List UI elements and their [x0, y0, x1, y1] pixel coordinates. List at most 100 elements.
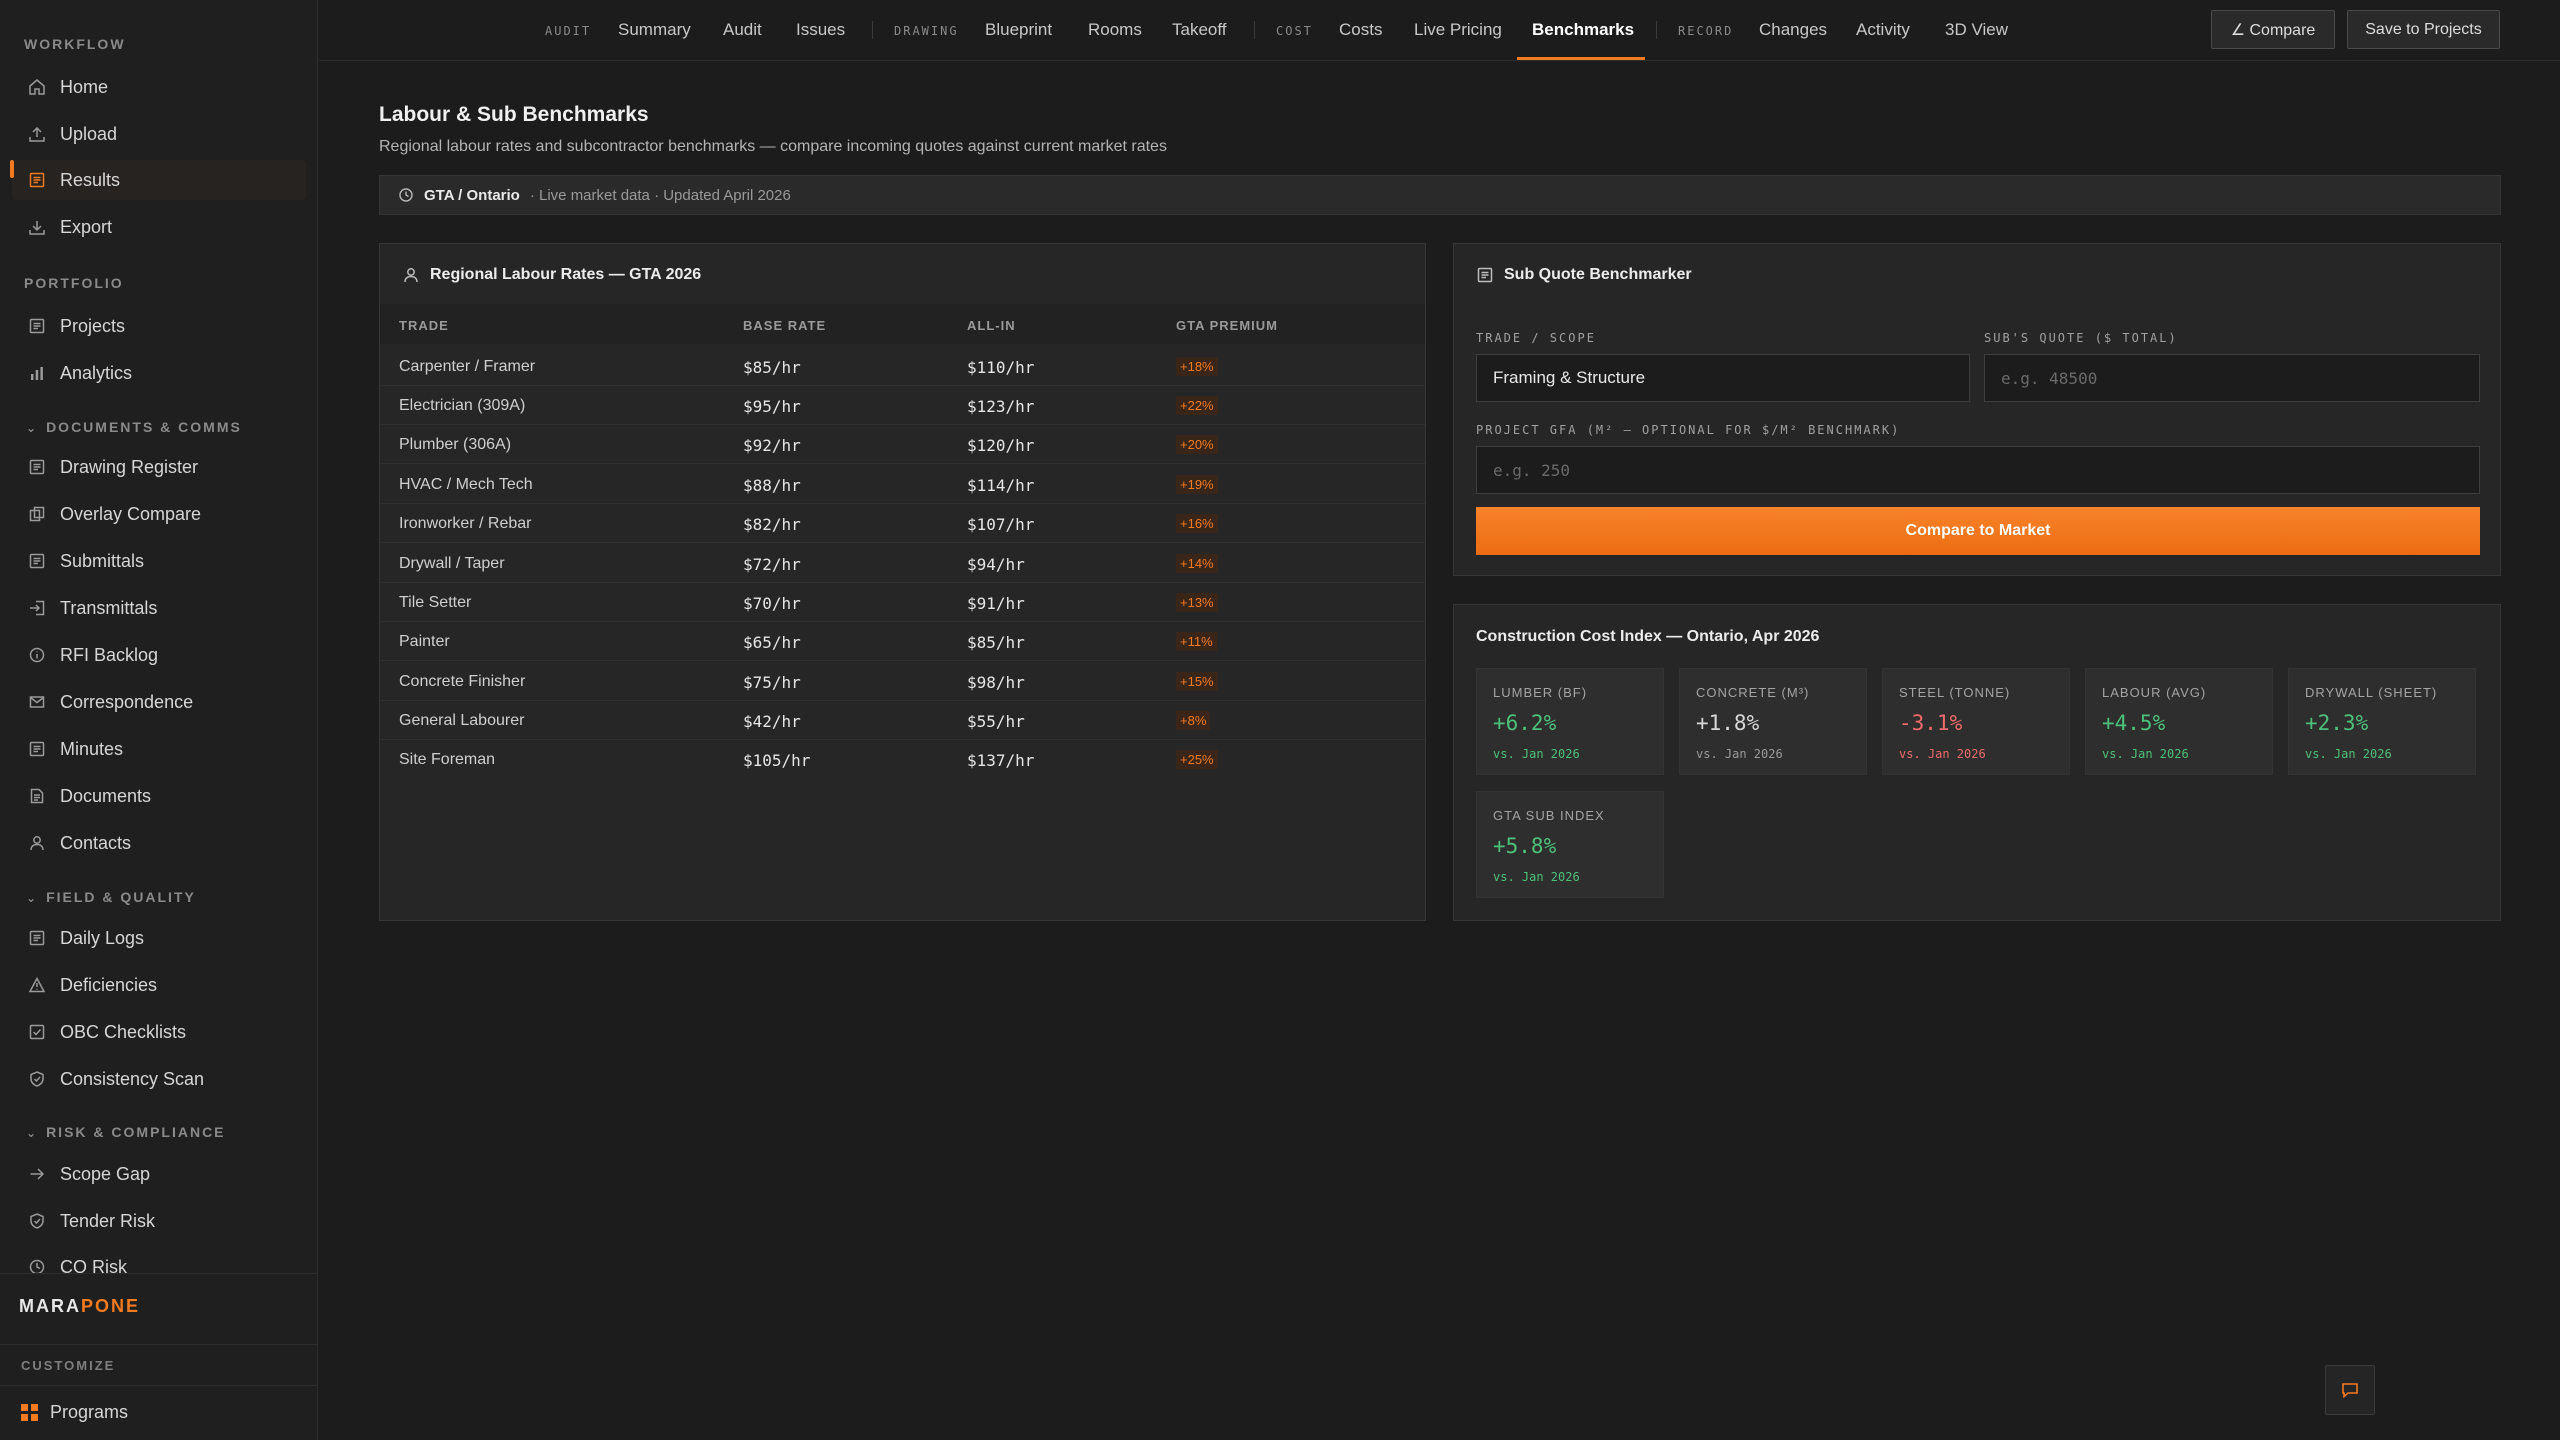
sidebar-item-obc-checklists[interactable]: OBC Checklists	[12, 1012, 306, 1052]
sidebar-item-deficiencies[interactable]: Deficiencies	[12, 965, 306, 1005]
tab-3d-view[interactable]: 3D View	[1945, 20, 2008, 40]
sidebar-item-overlay-compare[interactable]: Overlay Compare	[12, 494, 306, 534]
sidebar-item-documents[interactable]: Documents	[12, 776, 306, 816]
sidebar-item-upload[interactable]: Upload	[12, 114, 306, 154]
home-icon	[28, 78, 46, 96]
table-row: General Labourer $42/hr $55/hr +8%	[380, 701, 1425, 740]
sidebar-item-label: Correspondence	[60, 691, 194, 712]
table-row: HVAC / Mech Tech $88/hr $114/hr +19%	[380, 465, 1425, 504]
sidebar-item-correspondence[interactable]: Correspondence	[12, 682, 306, 722]
section-workflow: WORKFLOW	[24, 36, 126, 52]
sidebar-item-consistency-scan[interactable]: Consistency Scan	[12, 1059, 306, 1099]
trade-cell: Painter	[399, 633, 450, 650]
export-icon	[28, 218, 46, 236]
sidebar-nav[interactable]: WORKFLOW Home Upload Results Export PORT…	[0, 0, 318, 1273]
base-rate-cell: $70/hr	[743, 594, 801, 613]
premium-badge: +22%	[1176, 396, 1218, 415]
compare-to-market-button[interactable]: Compare to Market	[1476, 507, 2480, 555]
sidebar-item-label: Analytics	[60, 362, 133, 383]
sidebar-item-tender-risk[interactable]: Tender Risk	[12, 1201, 306, 1241]
tile-label: STEEL (TONNE)	[1899, 685, 2011, 700]
tile-value: +5.8%	[1493, 834, 1557, 858]
compare-button[interactable]: ∠ Compare	[2211, 10, 2335, 49]
trade-cell: Concrete Finisher	[399, 673, 526, 690]
sidebar-item-rfi-backlog[interactable]: RFI Backlog	[12, 635, 306, 675]
tab-activity[interactable]: Activity	[1856, 20, 1910, 40]
sidebar-item-export[interactable]: Export	[12, 207, 306, 247]
labour-table-header: TRADE BASE RATE ALL-IN GTA PREMIUM	[380, 304, 1425, 344]
tile-compare: vs. Jan 2026	[1899, 747, 1986, 761]
tab-group-drawing: DRAWING	[894, 24, 959, 38]
tab-benchmarks[interactable]: Benchmarks	[1532, 20, 1634, 40]
shield-check-icon	[28, 1212, 46, 1230]
sidebar-item-label: Overlay Compare	[60, 503, 202, 524]
tab-takeoff[interactable]: Takeoff	[1172, 20, 1227, 40]
premium-badge: +16%	[1176, 514, 1218, 533]
all-in-cell: $94/hr	[967, 555, 1025, 574]
tab-issues[interactable]: Issues	[796, 20, 845, 40]
tile-label: LUMBER (BF)	[1493, 685, 1588, 700]
brand-area: MARAPONE	[0, 1273, 318, 1345]
tab-audit[interactable]: Audit	[723, 20, 762, 40]
programs-button[interactable]: Programs	[21, 1402, 128, 1423]
gfa-input[interactable]	[1476, 446, 2480, 494]
base-rate-cell: $82/hr	[743, 515, 801, 534]
tile-value: -3.1%	[1899, 711, 1963, 735]
section-risk[interactable]: ⌄ RISK & COMPLIANCE	[26, 1124, 226, 1140]
sidebar-item-analytics[interactable]: Analytics	[12, 353, 306, 393]
base-rate-cell: $72/hr	[743, 555, 801, 574]
active-indicator	[10, 160, 14, 178]
chat-button[interactable]	[2325, 1365, 2375, 1415]
sidebar-item-projects[interactable]: Projects	[12, 306, 306, 346]
sidebar-item-co-risk[interactable]: CO Risk	[12, 1247, 306, 1273]
tile-label: DRYWALL (SHEET)	[2305, 685, 2438, 700]
tab-summary[interactable]: Summary	[618, 20, 691, 40]
premium-badge: +19%	[1176, 475, 1218, 494]
all-in-cell: $120/hr	[967, 436, 1035, 455]
document-icon	[28, 929, 46, 947]
save-to-projects-button[interactable]: Save to Projects	[2347, 10, 2500, 49]
section-field[interactable]: ⌄ FIELD & QUALITY	[26, 889, 196, 905]
base-rate-cell: $88/hr	[743, 476, 801, 495]
tab-separator	[1656, 21, 1657, 39]
labour-card-title: Regional Labour Rates — GTA 2026	[402, 266, 701, 284]
sidebar-item-results[interactable]: Results	[10, 160, 306, 200]
tile-compare: vs. Jan 2026	[2102, 747, 2189, 761]
tab-blueprint[interactable]: Blueprint	[985, 20, 1052, 40]
all-in-cell: $98/hr	[967, 673, 1025, 692]
tab-separator	[1254, 21, 1255, 39]
sidebar-item-home[interactable]: Home	[12, 67, 306, 107]
market-meta: · Live market data · Updated April 2026	[529, 186, 791, 204]
sidebar-item-minutes[interactable]: Minutes	[12, 729, 306, 769]
document-icon	[28, 552, 46, 570]
trade-cell: Electrician (309A)	[399, 397, 526, 414]
grid-icon	[21, 1404, 38, 1421]
section-documents[interactable]: ⌄ DOCUMENTS & COMMS	[26, 419, 242, 435]
sidebar-item-label: CO Risk	[60, 1256, 127, 1274]
sidebar-item-transmittals[interactable]: Transmittals	[12, 588, 306, 628]
warning-icon	[28, 976, 46, 994]
sidebar-item-scope-gap[interactable]: Scope Gap	[12, 1154, 306, 1194]
sub-quote-label: SUB'S QUOTE ($ TOTAL)	[1984, 331, 2178, 345]
chevron-down-icon: ⌄	[26, 1126, 39, 1140]
sub-quote-input[interactable]	[1984, 354, 2480, 402]
sidebar-item-daily-logs[interactable]: Daily Logs	[12, 918, 306, 958]
overlay-icon	[28, 505, 46, 523]
sidebar-item-drawing-register[interactable]: Drawing Register	[12, 447, 306, 487]
table-row: Drywall / Taper $72/hr $94/hr +14%	[380, 544, 1425, 583]
base-rate-cell: $95/hr	[743, 397, 801, 416]
file-icon	[28, 787, 46, 805]
tab-live-pricing[interactable]: Live Pricing	[1414, 20, 1502, 40]
tab-rooms[interactable]: Rooms	[1088, 20, 1142, 40]
tile-compare: vs. Jan 2026	[1493, 870, 1580, 884]
sidebar-item-submittals[interactable]: Submittals	[12, 541, 306, 581]
sidebar-item-label: Transmittals	[60, 597, 158, 618]
sidebar-item-label: Export	[60, 216, 113, 237]
programs-label: Programs	[50, 1402, 129, 1422]
trade-scope-input[interactable]	[1476, 354, 1970, 402]
tile-label: CONCRETE (M³)	[1696, 685, 1810, 700]
sidebar-item-contacts[interactable]: Contacts	[12, 823, 306, 863]
sidebar-item-label: Daily Logs	[60, 927, 145, 948]
tab-costs[interactable]: Costs	[1339, 20, 1382, 40]
tab-changes[interactable]: Changes	[1759, 20, 1827, 40]
